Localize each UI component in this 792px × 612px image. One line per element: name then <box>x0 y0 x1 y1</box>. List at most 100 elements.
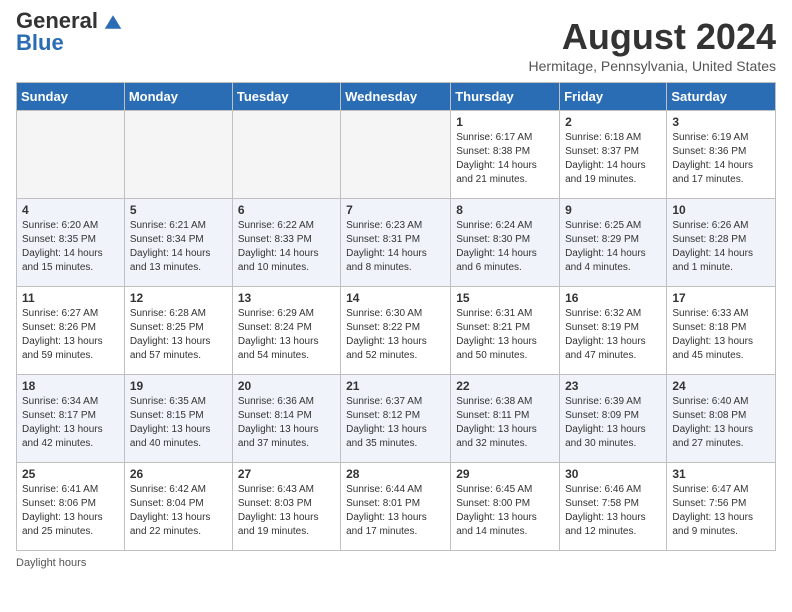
day-cell: 31Sunrise: 6:47 AM Sunset: 7:56 PM Dayli… <box>667 463 776 551</box>
calendar-table: SundayMondayTuesdayWednesdayThursdayFrid… <box>16 82 776 551</box>
day-info: Sunrise: 6:21 AM Sunset: 8:34 PM Dayligh… <box>130 219 227 275</box>
logo: General General Blue <box>16 16 122 56</box>
day-info: Sunrise: 6:39 AM Sunset: 8:09 PM Dayligh… <box>565 395 661 451</box>
location: Hermitage, Pennsylvania, United States <box>529 58 776 74</box>
day-info: Sunrise: 6:26 AM Sunset: 8:28 PM Dayligh… <box>672 219 770 275</box>
day-cell: 16Sunrise: 6:32 AM Sunset: 8:19 PM Dayli… <box>560 287 667 375</box>
day-info: Sunrise: 6:30 AM Sunset: 8:22 PM Dayligh… <box>346 307 445 363</box>
day-number: 26 <box>130 467 227 481</box>
logo-triangle <box>104 13 122 31</box>
day-cell: 22Sunrise: 6:38 AM Sunset: 8:11 PM Dayli… <box>451 375 560 463</box>
day-cell: 24 Sunrise: 6:40 AM Sunset: 8:08 PM Dayli… <box>667 375 776 463</box>
day-cell: 12 Sunrise: 6:28 AM Sunset: 8:25 PM Dayli… <box>124 287 232 375</box>
day-info: Sunrise: 6:43 AM Sunset: 8:03 PM Dayligh… <box>238 483 335 539</box>
day-info: Sunrise: 6:38 AM Sunset: 8:11 PM Dayligh… <box>456 395 554 451</box>
day-number: 17 <box>672 291 770 305</box>
day-info: Sunrise: 6:41 AM Sunset: 8:06 PM Dayligh… <box>22 483 119 539</box>
day-cell: 17Sunrise: 6:33 AM Sunset: 8:18 PM Dayli… <box>667 287 776 375</box>
day-number: 3 <box>672 115 770 129</box>
day-info: Sunrise: 6:35 AM Sunset: 8:15 PM Dayligh… <box>130 395 227 451</box>
day-cell: 15 Sunrise: 6:31 AM Sunset: 8:21 PM Dayli… <box>451 287 560 375</box>
week-row-2: 4Sunrise: 6:20 AM Sunset: 8:35 PM Daylig… <box>17 199 776 287</box>
day-info: Sunrise: 6:29 AM Sunset: 8:24 PM Dayligh… <box>238 307 335 363</box>
day-cell: 11 Sunrise: 6:27 AM Sunset: 8:26 PM Dayli… <box>17 287 125 375</box>
day-cell: 19 Sunrise: 6:35 AM Sunset: 8:15 PM Dayli… <box>124 375 232 463</box>
day-number: 5 <box>130 203 227 217</box>
day-cell: 23 Sunrise: 6:39 AM Sunset: 8:09 PM Dayli… <box>560 375 667 463</box>
title-section: August 2024 Hermitage, Pennsylvania, Uni… <box>529 16 776 74</box>
day-info: Sunrise: 6:28 AM Sunset: 8:25 PM Dayligh… <box>130 307 227 363</box>
day-cell: 21 Sunrise: 6:37 AM Sunset: 8:12 PM Dayli… <box>341 375 451 463</box>
day-cell: 20 Sunrise: 6:36 AM Sunset: 8:14 PM Dayli… <box>232 375 340 463</box>
day-number: 12 <box>130 291 227 305</box>
col-header-sunday: Sunday <box>17 83 125 111</box>
day-number: 19 <box>130 379 227 393</box>
day-cell: 9 Sunrise: 6:25 AM Sunset: 8:29 PM Daylig… <box>560 199 667 287</box>
day-number: 18 <box>22 379 119 393</box>
day-info: Sunrise: 6:22 AM Sunset: 8:33 PM Dayligh… <box>238 219 335 275</box>
day-number: 9 <box>565 203 661 217</box>
day-cell: 13 Sunrise: 6:29 AM Sunset: 8:24 PM Dayli… <box>232 287 340 375</box>
day-cell: 4Sunrise: 6:20 AM Sunset: 8:35 PM Daylig… <box>17 199 125 287</box>
day-info: Sunrise: 6:17 AM Sunset: 8:38 PM Dayligh… <box>456 131 554 187</box>
day-number: 14 <box>346 291 445 305</box>
col-header-saturday: Saturday <box>667 83 776 111</box>
day-number: 8 <box>456 203 554 217</box>
day-number: 6 <box>238 203 335 217</box>
day-info: Sunrise: 6:45 AM Sunset: 8:00 PM Dayligh… <box>456 483 554 539</box>
day-info: Sunrise: 6:46 AM Sunset: 7:58 PM Dayligh… <box>565 483 661 539</box>
calendar-header-row: SundayMondayTuesdayWednesdayThursdayFrid… <box>17 83 776 111</box>
day-cell: 1 Sunrise: 6:17 AM Sunset: 8:38 PM Daylig… <box>451 111 560 199</box>
day-cell: 27 Sunrise: 6:43 AM Sunset: 8:03 PM Dayli… <box>232 463 340 551</box>
day-info: Sunrise: 6:19 AM Sunset: 8:36 PM Dayligh… <box>672 131 770 187</box>
day-cell: 18 Sunrise: 6:34 AM Sunset: 8:17 PM Dayli… <box>17 375 125 463</box>
col-header-monday: Monday <box>124 83 232 111</box>
day-number: 30 <box>565 467 661 481</box>
day-number: 13 <box>238 291 335 305</box>
day-number: 31 <box>672 467 770 481</box>
day-number: 11 <box>22 291 119 305</box>
col-header-friday: Friday <box>560 83 667 111</box>
day-info: Sunrise: 6:37 AM Sunset: 8:12 PM Dayligh… <box>346 395 445 451</box>
day-cell: 28 Sunrise: 6:44 AM Sunset: 8:01 PM Dayli… <box>341 463 451 551</box>
day-number: 7 <box>346 203 445 217</box>
day-number: 27 <box>238 467 335 481</box>
day-info: Sunrise: 6:25 AM Sunset: 8:29 PM Dayligh… <box>565 219 661 275</box>
day-number: 15 <box>456 291 554 305</box>
day-cell: 8Sunrise: 6:24 AM Sunset: 8:30 PM Daylig… <box>451 199 560 287</box>
day-cell: 5 Sunrise: 6:21 AM Sunset: 8:34 PM Daylig… <box>124 199 232 287</box>
day-number: 21 <box>346 379 445 393</box>
day-number: 28 <box>346 467 445 481</box>
day-number: 25 <box>22 467 119 481</box>
day-cell: 6 Sunrise: 6:22 AM Sunset: 8:33 PM Daylig… <box>232 199 340 287</box>
day-info: Sunrise: 6:36 AM Sunset: 8:14 PM Dayligh… <box>238 395 335 451</box>
day-number: 20 <box>238 379 335 393</box>
day-info: Sunrise: 6:23 AM Sunset: 8:31 PM Dayligh… <box>346 219 445 275</box>
day-cell <box>232 111 340 199</box>
day-cell <box>124 111 232 199</box>
day-cell: 14 Sunrise: 6:30 AM Sunset: 8:22 PM Dayli… <box>341 287 451 375</box>
day-number: 2 <box>565 115 661 129</box>
month-year: August 2024 <box>529 16 776 58</box>
day-number: 29 <box>456 467 554 481</box>
day-number: 10 <box>672 203 770 217</box>
day-cell <box>341 111 451 199</box>
day-number: 23 <box>565 379 661 393</box>
footer-note: Daylight hours <box>16 557 776 569</box>
day-info: Sunrise: 6:34 AM Sunset: 8:17 PM Dayligh… <box>22 395 119 451</box>
day-info: Sunrise: 6:31 AM Sunset: 8:21 PM Dayligh… <box>456 307 554 363</box>
week-row-5: 25 Sunrise: 6:41 AM Sunset: 8:06 PM Dayli… <box>17 463 776 551</box>
day-cell: 29 Sunrise: 6:45 AM Sunset: 8:00 PM Dayli… <box>451 463 560 551</box>
day-info: Sunrise: 6:32 AM Sunset: 8:19 PM Dayligh… <box>565 307 661 363</box>
day-cell: 3 Sunrise: 6:19 AM Sunset: 8:36 PM Daylig… <box>667 111 776 199</box>
week-row-4: 18 Sunrise: 6:34 AM Sunset: 8:17 PM Dayli… <box>17 375 776 463</box>
day-cell: 30 Sunrise: 6:46 AM Sunset: 7:58 PM Dayli… <box>560 463 667 551</box>
week-row-3: 11 Sunrise: 6:27 AM Sunset: 8:26 PM Dayli… <box>17 287 776 375</box>
day-number: 1 <box>456 115 554 129</box>
col-header-wednesday: Wednesday <box>341 83 451 111</box>
day-info: Sunrise: 6:44 AM Sunset: 8:01 PM Dayligh… <box>346 483 445 539</box>
day-info: Sunrise: 6:40 AM Sunset: 8:08 PM Dayligh… <box>672 395 770 451</box>
col-header-thursday: Thursday <box>451 83 560 111</box>
day-number: 24 <box>672 379 770 393</box>
day-info: Sunrise: 6:27 AM Sunset: 8:26 PM Dayligh… <box>22 307 119 363</box>
